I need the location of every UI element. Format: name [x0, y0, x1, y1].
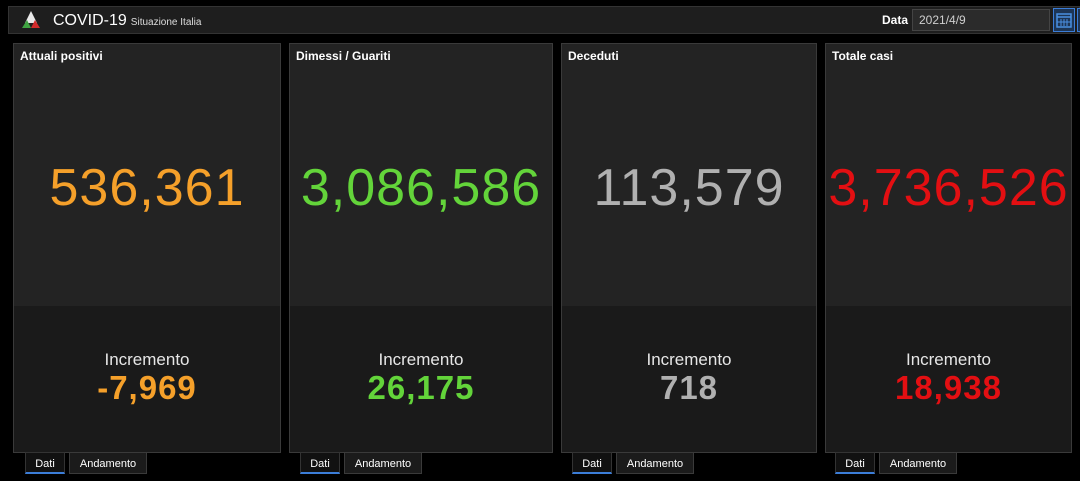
card-main-panel: Deceduti 113,579 [562, 44, 816, 306]
app-subtitle: Situazione Italia [130, 17, 202, 28]
card-main-panel: Dimessi / Guariti 3,086,586 [290, 44, 552, 306]
calendar-button[interactable] [1053, 8, 1075, 32]
tab-andamento[interactable]: Andamento [616, 452, 694, 474]
card-increment-panel: Incremento 26,175 [290, 306, 552, 452]
card-main-panel: Attuali positivi 536,361 [14, 44, 280, 306]
card-value: 536,361 [49, 159, 245, 217]
tab-andamento[interactable]: Andamento [69, 452, 147, 474]
card-title: Deceduti [568, 49, 619, 63]
app-title: COVID-19 Situazione Italia [53, 12, 201, 30]
app-header: COVID-19 Situazione Italia Data 2021/4/9 [8, 6, 1080, 34]
tab-andamento[interactable]: Andamento [344, 452, 422, 474]
card-title: Dimessi / Guariti [296, 49, 391, 63]
date-label: Data [882, 13, 909, 27]
card-value: 113,579 [593, 159, 785, 217]
increment-label: Incremento [905, 350, 992, 369]
card-totale-casi: Totale casi 3,736,526 Incremento 18,938 [825, 43, 1072, 453]
card-dimessi-guariti: Dimessi / Guariti 3,086,586 Incremento 2… [289, 43, 553, 453]
card-increment-panel: Incremento 718 [562, 306, 816, 452]
date-input[interactable]: 2021/4/9 [912, 9, 1050, 31]
card-value: 3,736,526 [828, 159, 1069, 217]
tab-andamento[interactable]: Andamento [879, 452, 957, 474]
card-deceduti: Deceduti 113,579 Incremento 718 [561, 43, 817, 453]
increment-label: Incremento [104, 350, 190, 369]
card-increment-panel: Incremento -7,969 [14, 306, 280, 452]
increment-label: Incremento [646, 350, 732, 369]
card-title: Attuali positivi [20, 49, 103, 63]
card-title: Totale casi [832, 49, 894, 63]
increment-label: Incremento [378, 350, 464, 369]
tab-dati[interactable]: Dati [300, 452, 340, 474]
tab-dati[interactable]: Dati [835, 452, 875, 474]
tab-dati[interactable]: Dati [572, 452, 612, 474]
card-main-panel: Totale casi 3,736,526 [826, 44, 1071, 306]
increment-value: 26,175 [367, 369, 475, 406]
increment-value: 18,938 [895, 369, 1002, 406]
increment-value: -7,969 [97, 369, 197, 406]
app-title-text: COVID-19 [53, 12, 127, 29]
increment-value: 718 [659, 369, 719, 406]
card-attuali-positivi: Attuali positivi 536,361 Incremento -7,9… [13, 43, 281, 453]
card-value: 3,086,586 [300, 159, 542, 217]
calendar-icon [1056, 13, 1072, 28]
logo-icon [22, 11, 40, 28]
tab-dati[interactable]: Dati [25, 452, 65, 474]
card-increment-panel: Incremento 18,938 [826, 306, 1071, 452]
